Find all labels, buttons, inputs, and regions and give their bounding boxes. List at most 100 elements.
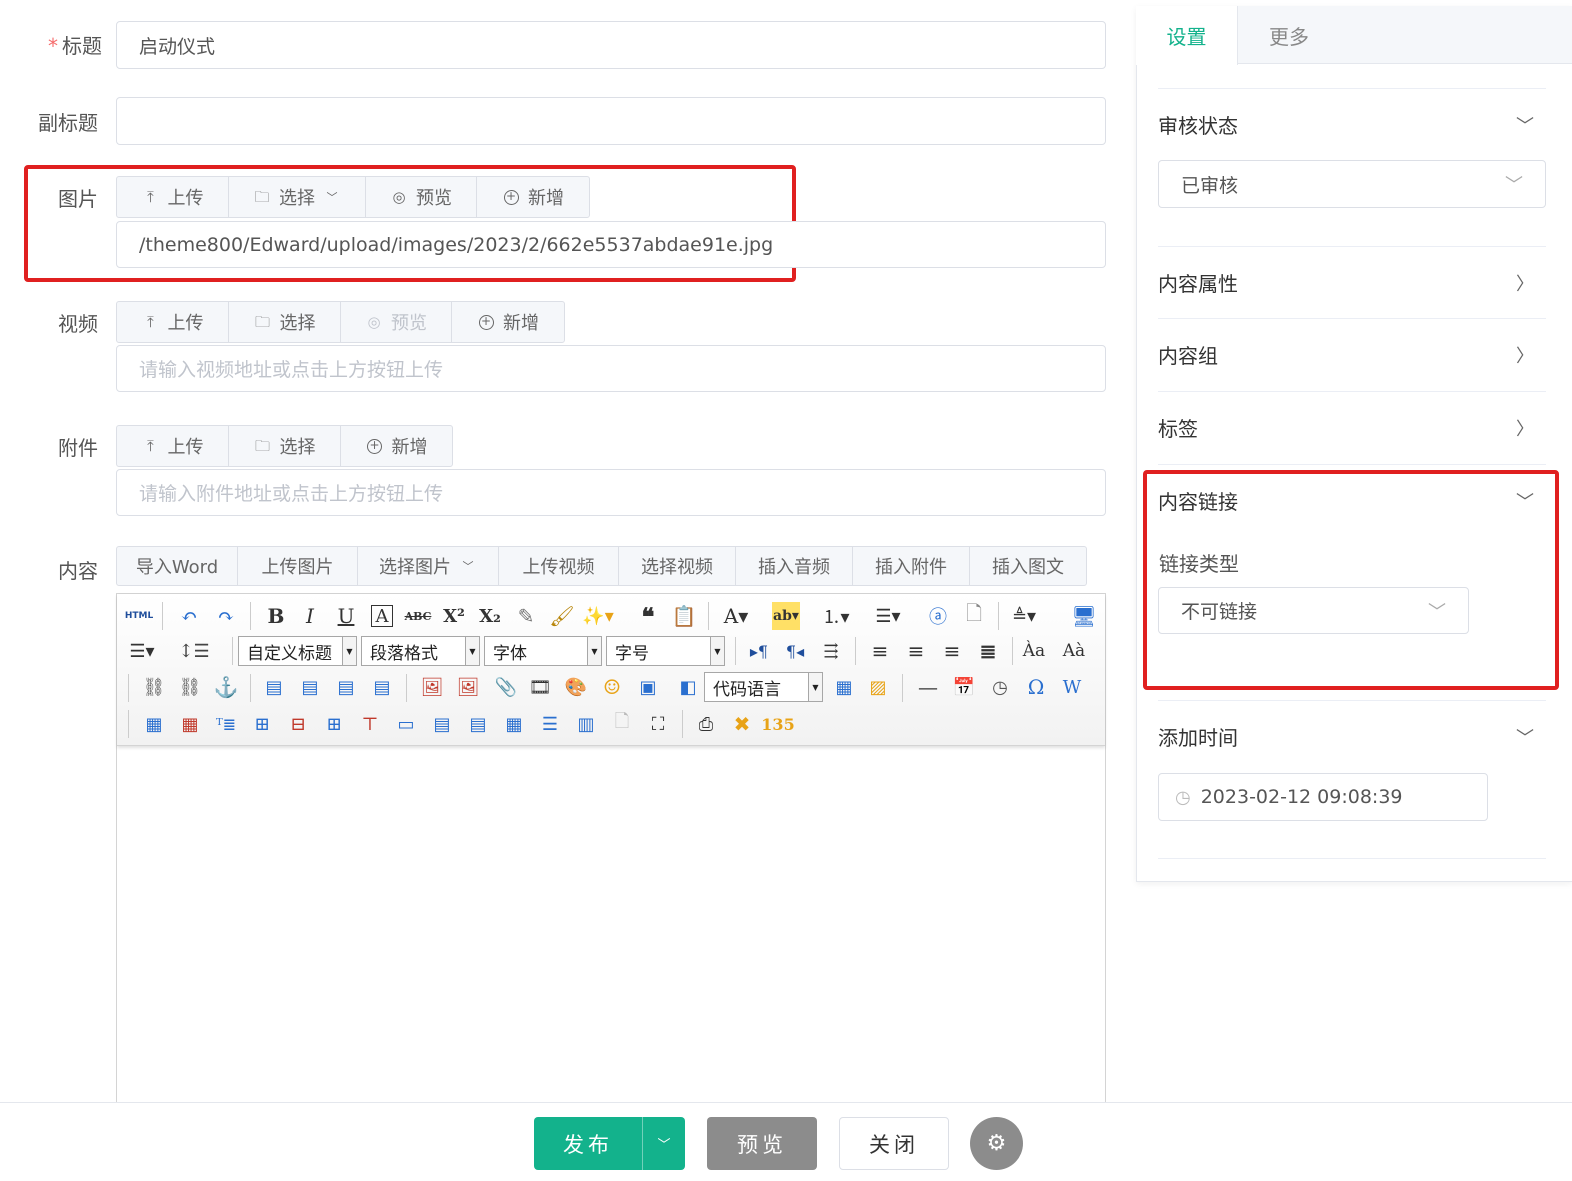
video-upload-button[interactable]: ⤒ 上传 bbox=[117, 302, 229, 342]
title-input[interactable]: 启动仪式 bbox=[116, 21, 1106, 69]
split-to-cells-icon[interactable]: ▦ bbox=[500, 710, 528, 738]
anchor-icon[interactable]: ⚓ bbox=[212, 673, 240, 701]
code-language-select[interactable]: 代码语言 ▼ bbox=[704, 672, 823, 702]
underline-icon[interactable]: U bbox=[332, 602, 360, 630]
import-word-button[interactable]: 导入Word bbox=[117, 547, 238, 585]
rowspacing-top-icon[interactable]: ⓐ bbox=[924, 602, 952, 630]
review-status-select[interactable]: 已审核 ﹀ bbox=[1158, 160, 1546, 208]
html-source-icon[interactable]: HTML bbox=[125, 602, 153, 630]
italic-icon[interactable]: I bbox=[296, 602, 324, 630]
content-group-header[interactable]: 内容组〉 bbox=[1158, 318, 1546, 390]
add-time-header[interactable]: 添加时间 ﹀ bbox=[1158, 700, 1546, 772]
subscript-icon[interactable]: X₂ bbox=[476, 602, 504, 630]
delete-col-icon[interactable]: ⊤ bbox=[356, 710, 384, 738]
emotion-icon[interactable]: ☺ bbox=[598, 673, 626, 701]
indent-block-icon[interactable]: ⇶ bbox=[817, 637, 845, 665]
print-icon[interactable]: ⎙ bbox=[692, 710, 720, 738]
attachment-icon[interactable]: 📎 bbox=[492, 673, 520, 701]
upload-image-button[interactable]: 上传图片 bbox=[238, 547, 358, 585]
delete-row-icon[interactable]: ⊟ bbox=[284, 710, 312, 738]
image-add-button[interactable]: + 新增 bbox=[477, 177, 589, 217]
image-upload-button[interactable]: ⤒ 上传 bbox=[117, 177, 229, 217]
font-color-icon[interactable]: A▾ bbox=[722, 602, 750, 630]
link-type-select[interactable]: 不可链接 ﹀ bbox=[1158, 587, 1469, 634]
scrawl-icon[interactable]: 🎨 bbox=[562, 673, 590, 701]
background-icon[interactable]: ▨ bbox=[864, 673, 892, 701]
split-to-rows-icon[interactable]: ☰ bbox=[536, 710, 564, 738]
custom-heading-select[interactable]: 自定义标题 ▼ bbox=[238, 636, 357, 666]
select-image-button[interactable]: 选择图片 ﹀ bbox=[358, 547, 499, 585]
simple-upload-icon[interactable]: 🖼 bbox=[418, 673, 446, 701]
select-video-button[interactable]: 选择视频 bbox=[619, 547, 736, 585]
close-button[interactable]: 关闭 bbox=[839, 1117, 949, 1170]
insert-col-icon[interactable]: ⊞ bbox=[320, 710, 348, 738]
insert-article-button[interactable]: 插入图文 bbox=[970, 547, 1086, 585]
image-select-button[interactable]: 🗀 选择 ﹀ bbox=[229, 177, 366, 217]
format-painter-icon[interactable]: 🖌 bbox=[548, 602, 576, 630]
unordered-list-icon[interactable]: ☰▾ bbox=[874, 602, 902, 630]
redo-icon[interactable]: ↷ bbox=[212, 602, 240, 630]
attachment-path-input[interactable]: 请输入附件地址或点击上方按钮上传 bbox=[116, 469, 1106, 516]
search-replace-icon[interactable]: ⛶ bbox=[644, 710, 672, 738]
video-path-input[interactable]: 请输入视频地址或点击上方按钮上传 bbox=[116, 345, 1106, 392]
paragraph-format-select[interactable]: 段落格式 ▼ bbox=[361, 636, 480, 666]
lowercase-icon[interactable]: Aà bbox=[1060, 637, 1088, 665]
page-break-icon[interactable]: 🗋 bbox=[960, 601, 988, 630]
font-family-select[interactable]: 字体 ▼ bbox=[484, 636, 602, 666]
word-image-icon[interactable]: W bbox=[1058, 673, 1086, 701]
chart-icon[interactable]: 🗋 bbox=[608, 710, 636, 738]
image-preview-button[interactable]: ◎ 预览 bbox=[366, 177, 477, 217]
drafts-icon[interactable]: ✖ bbox=[728, 710, 756, 738]
unlink-icon[interactable]: ⛓ bbox=[176, 673, 204, 701]
font-border-icon[interactable]: A bbox=[371, 605, 393, 627]
135-editor-icon[interactable]: 135 bbox=[761, 710, 794, 738]
undo-icon[interactable]: ↶ bbox=[175, 602, 203, 630]
insert-audio-button[interactable]: 插入音频 bbox=[736, 547, 853, 585]
content-link-header[interactable]: 内容链接 ﹀ bbox=[1158, 464, 1546, 536]
image-path-input[interactable]: /theme800/Edward/upload/images/2023/2/66… bbox=[116, 221, 1106, 268]
split-to-cols-icon[interactable]: ▥ bbox=[572, 710, 600, 738]
special-char-icon[interactable]: Ω bbox=[1022, 673, 1050, 701]
merge-right-icon[interactable]: ▤ bbox=[428, 710, 456, 738]
insert-attachment-button[interactable]: 插入附件 bbox=[853, 547, 970, 585]
align-center-icon[interactable]: ≡ bbox=[902, 637, 930, 665]
template-icon[interactable]: ▦ bbox=[830, 673, 858, 701]
tab-more[interactable]: 更多 bbox=[1238, 6, 1340, 64]
merge-down-icon[interactable]: ▤ bbox=[464, 710, 492, 738]
insert-table-icon[interactable]: ▦ bbox=[140, 710, 168, 738]
horizontal-rule-icon[interactable]: — bbox=[914, 673, 942, 701]
insert-image-icon[interactable]: 🖼 bbox=[454, 673, 482, 701]
indent-icon[interactable]: ≜▾ bbox=[1010, 602, 1038, 630]
review-status-header[interactable]: 审核状态 ﹀ bbox=[1158, 88, 1546, 160]
video-add-button[interactable]: + 新增 bbox=[452, 302, 564, 342]
gallery-icon[interactable]: ▣ bbox=[634, 673, 662, 701]
image-center-icon[interactable]: ▤ bbox=[368, 673, 396, 701]
align-right-icon[interactable]: ≡ bbox=[938, 637, 966, 665]
attachment-select-button[interactable]: 🗀 选择 bbox=[229, 426, 341, 466]
merge-cells-icon[interactable]: ▭ bbox=[392, 710, 420, 738]
image-none-icon[interactable]: ▤ bbox=[260, 673, 288, 701]
tab-settings[interactable]: 设置 bbox=[1136, 6, 1238, 65]
image-left-icon[interactable]: ▤ bbox=[296, 673, 324, 701]
uppercase-icon[interactable]: Àa bbox=[1020, 637, 1048, 665]
date-icon[interactable]: 📅 bbox=[950, 673, 978, 701]
font-size-select[interactable]: 字号 ▼ bbox=[606, 636, 725, 666]
video-select-button[interactable]: 🗀 选择 bbox=[229, 302, 341, 342]
align-left-icon[interactable]: ≡ bbox=[866, 637, 894, 665]
eraser-icon[interactable]: ✎ bbox=[512, 602, 540, 630]
fullscreen-icon[interactable]: 🖥 bbox=[1070, 602, 1098, 630]
paste-plain-icon[interactable]: 📋 bbox=[670, 602, 698, 630]
delete-table-icon[interactable]: ▦ bbox=[176, 710, 204, 738]
content-props-header[interactable]: 内容属性〉 bbox=[1158, 246, 1546, 318]
strikethrough-icon[interactable]: ABC bbox=[404, 602, 432, 630]
insert-row-icon[interactable]: ⊞ bbox=[248, 710, 276, 738]
add-time-picker[interactable]: ◷ 2023-02-12 09:08:39 bbox=[1158, 773, 1488, 821]
ltr-direction-icon[interactable]: ▸¶ bbox=[745, 637, 773, 665]
subtitle-input[interactable] bbox=[116, 97, 1106, 145]
chevron-down-icon[interactable]: ﹀ bbox=[643, 1134, 685, 1153]
paragraph-spacing-icon[interactable]: ☰▾ bbox=[128, 637, 156, 665]
ordered-list-icon[interactable]: ⒈▾ bbox=[822, 602, 850, 630]
rtl-direction-icon[interactable]: ¶◂ bbox=[781, 637, 809, 665]
line-height-icon[interactable]: ↕☰ bbox=[178, 637, 209, 665]
align-justify-icon[interactable]: ≣ bbox=[974, 637, 1002, 665]
